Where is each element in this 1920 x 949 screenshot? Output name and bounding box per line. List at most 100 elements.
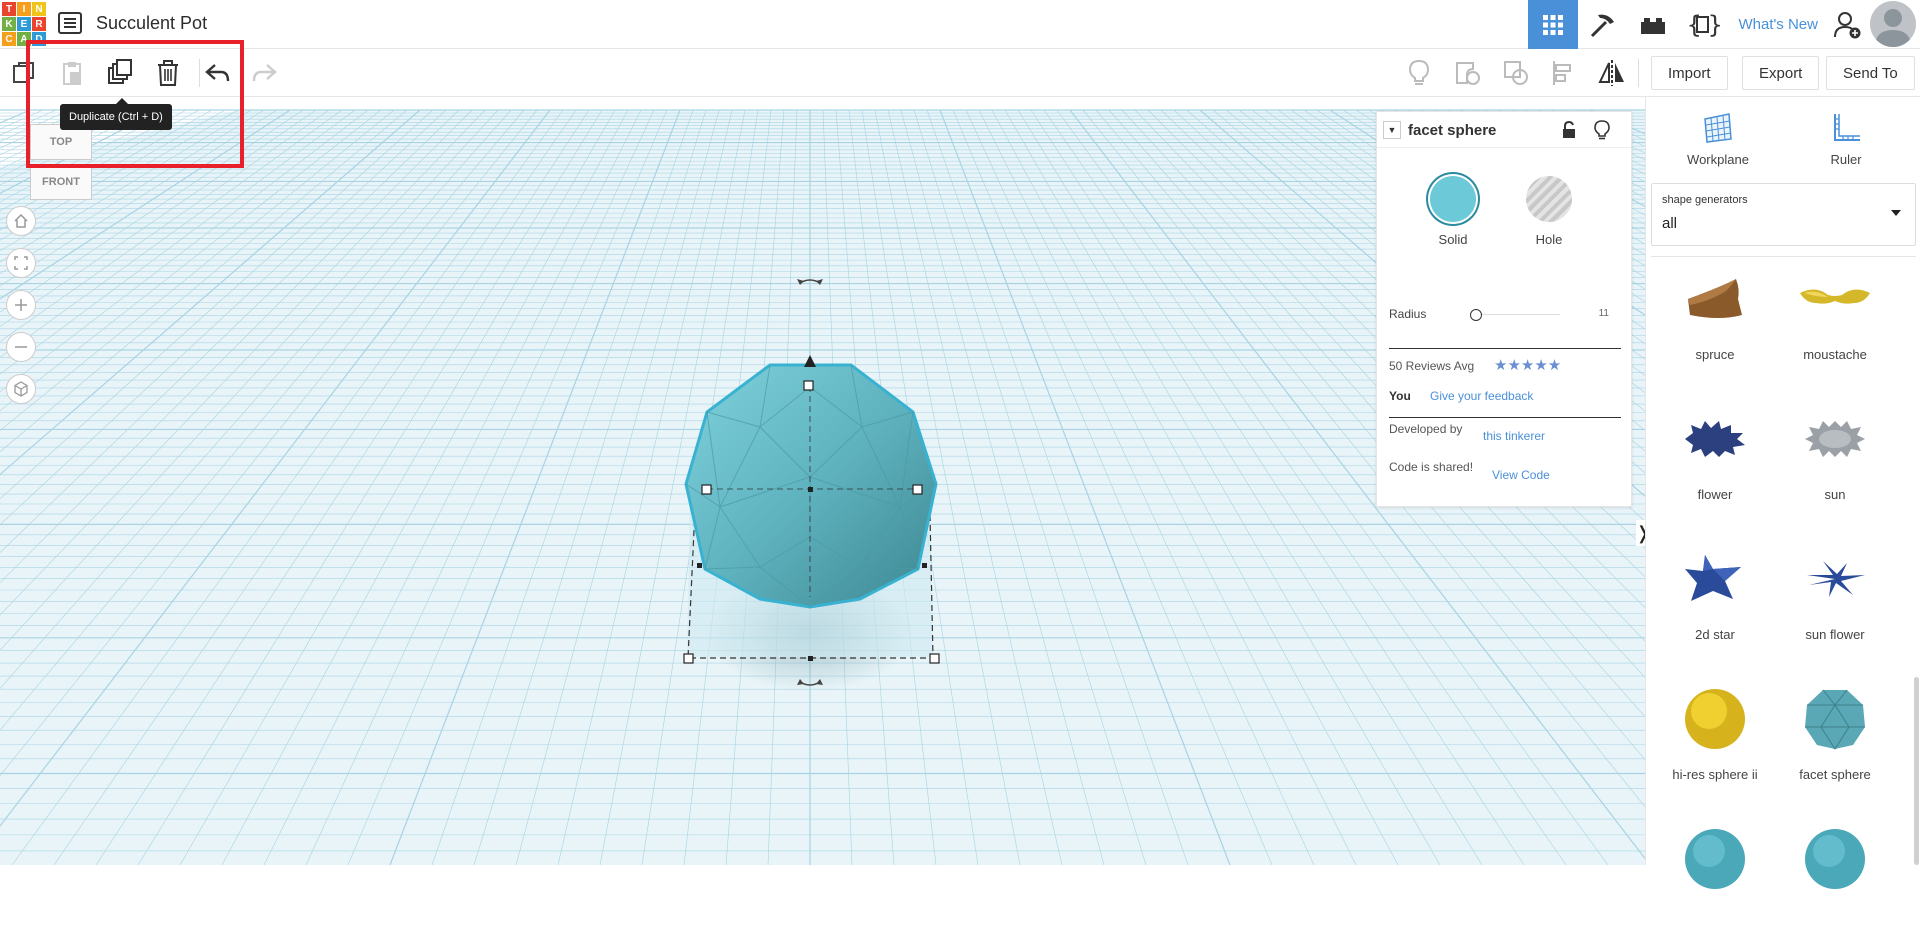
- list-menu-icon[interactable]: [58, 12, 82, 34]
- sphere-shape-icon: [1660, 679, 1770, 759]
- divider: [1389, 348, 1621, 349]
- toolbar-divider: [1638, 59, 1639, 87]
- divider: [1651, 256, 1916, 257]
- export-button[interactable]: Export: [1742, 56, 1820, 90]
- align-icon: [1553, 61, 1571, 85]
- shape-item-spruce[interactable]: spruce: [1660, 259, 1770, 389]
- logo-letter: E: [17, 17, 31, 31]
- ruler-icon: [1834, 114, 1860, 141]
- panel-scrollbar[interactable]: [1914, 677, 1919, 865]
- logo-letter: C: [2, 32, 16, 46]
- zoom-out-button[interactable]: [6, 332, 36, 362]
- sun-flower-shape-icon: [1780, 539, 1890, 619]
- logo-letter: T: [2, 2, 16, 16]
- radius-slider-track[interactable]: [1476, 314, 1560, 315]
- minus-icon: [15, 346, 27, 348]
- svg-text:}: }: [1708, 11, 1720, 39]
- shape-label: sun: [1824, 487, 1846, 502]
- radius-label: Radius: [1389, 307, 1427, 321]
- radius-slider-thumb[interactable]: [1470, 309, 1482, 321]
- logo-letter: R: [32, 17, 46, 31]
- perspective-button[interactable]: [6, 374, 36, 404]
- rating-stars: ★★★★★: [1494, 357, 1562, 374]
- logo-letter: I: [17, 2, 31, 16]
- send-to-button[interactable]: Send To: [1826, 56, 1915, 90]
- home-icon: [14, 213, 28, 228]
- avatar[interactable]: [1870, 1, 1916, 47]
- mirror-button[interactable]: [1596, 57, 1628, 89]
- home-view-button[interactable]: [6, 206, 36, 236]
- ungroup-icon: [1504, 61, 1528, 85]
- ruler-label: Ruler: [1830, 152, 1862, 167]
- shape-item-2d-star[interactable]: 2d star: [1660, 539, 1770, 669]
- developer-link[interactable]: this tinkerer: [1483, 429, 1545, 443]
- give-feedback-link[interactable]: Give your feedback: [1430, 389, 1533, 403]
- shape-item-moustache[interactable]: moustache: [1780, 259, 1890, 389]
- solid-color-swatch[interactable]: [1430, 176, 1476, 222]
- import-button[interactable]: Import: [1651, 56, 1728, 90]
- solid-label: Solid: [1438, 232, 1468, 247]
- fit-view-button[interactable]: [6, 248, 36, 278]
- workplane-icon: [1704, 113, 1732, 143]
- generator-select-label: shape generators: [1662, 194, 1748, 206]
- divider: [1389, 417, 1621, 418]
- developed-by-label: Developed by: [1389, 422, 1463, 436]
- sphere-shape-icon: [1660, 819, 1770, 899]
- add-user-icon[interactable]: [1828, 0, 1868, 49]
- shape-item[interactable]: [1780, 819, 1890, 949]
- plus-icon: [15, 299, 27, 311]
- moustache-shape-icon: [1780, 259, 1890, 339]
- project-title[interactable]: Succulent Pot: [96, 13, 207, 34]
- group-icon: [1456, 62, 1480, 85]
- hole-option[interactable]: Hole: [1509, 176, 1589, 247]
- group-button[interactable]: [1451, 57, 1483, 89]
- shape-label: facet sphere: [1799, 767, 1871, 782]
- shape-item-flower[interactable]: flower: [1660, 399, 1770, 529]
- bricks-icon[interactable]: [1628, 0, 1678, 49]
- duplicate-tooltip: Duplicate (Ctrl + D): [60, 98, 172, 130]
- collapse-inspector-button[interactable]: ▼: [1383, 121, 1401, 139]
- lock-icon[interactable]: [1561, 120, 1577, 144]
- shape-item-facet-sphere[interactable]: facet sphere: [1780, 679, 1890, 809]
- shape-label: flower: [1697, 487, 1733, 502]
- star-shape-icon: [1660, 539, 1770, 619]
- shapes-panel: Workplane Ruler shape generators all spr…: [1645, 97, 1920, 889]
- ungroup-button[interactable]: [1500, 57, 1532, 89]
- pickaxe-icon[interactable]: [1578, 0, 1628, 49]
- 3d-design-view-button[interactable]: [1528, 0, 1579, 49]
- caret-down-icon: [1891, 210, 1901, 216]
- view-cube-front[interactable]: FRONT: [30, 164, 92, 200]
- workplane-tool[interactable]: Workplane: [1668, 111, 1768, 167]
- shape-label: spruce: [1695, 347, 1735, 362]
- shape-item-sun-flower[interactable]: sun flower: [1780, 539, 1890, 669]
- edit-toolbar: Import Export Send To: [0, 49, 1920, 97]
- code-shared-label: Code is shared!: [1389, 460, 1474, 474]
- shape-inspector: ▼ facet sphere Solid Hole Radius 11 50 R…: [1376, 111, 1632, 507]
- shape-label: hi-res sphere ii: [1672, 767, 1758, 782]
- spruce-shape-icon: [1660, 259, 1770, 339]
- redo-button[interactable]: [248, 57, 280, 89]
- generator-select-value: all: [1662, 215, 1678, 232]
- align-button[interactable]: [1548, 57, 1580, 89]
- shape-item-hi-res-sphere-ii[interactable]: hi-res sphere ii: [1660, 679, 1770, 809]
- shape-generator-select[interactable]: shape generators all: [1651, 183, 1916, 246]
- shape-item-sun[interactable]: sun: [1780, 399, 1890, 529]
- flower-shape-icon: [1660, 399, 1770, 479]
- radius-value[interactable]: 11: [1599, 308, 1609, 319]
- redo-icon: [252, 64, 277, 82]
- inspector-header: ▼ facet sphere: [1377, 112, 1631, 148]
- shape-item[interactable]: [1660, 819, 1770, 949]
- ruler-tool[interactable]: Ruler: [1796, 111, 1896, 167]
- sun-shape-icon: [1780, 399, 1890, 479]
- inspector-title: facet sphere: [1408, 122, 1497, 139]
- zoom-in-button[interactable]: [6, 290, 36, 320]
- hole-swatch[interactable]: [1526, 176, 1572, 222]
- lightbulb-button[interactable]: [1403, 57, 1435, 89]
- whats-new-link[interactable]: What's New: [1728, 0, 1828, 49]
- lightbulb-icon: [1408, 59, 1430, 85]
- lightbulb-icon[interactable]: [1594, 120, 1610, 145]
- solid-option[interactable]: Solid: [1413, 176, 1493, 247]
- view-code-link[interactable]: View Code: [1492, 468, 1550, 482]
- logo-letter: N: [32, 2, 46, 16]
- codeblocks-icon[interactable]: {}: [1678, 0, 1728, 49]
